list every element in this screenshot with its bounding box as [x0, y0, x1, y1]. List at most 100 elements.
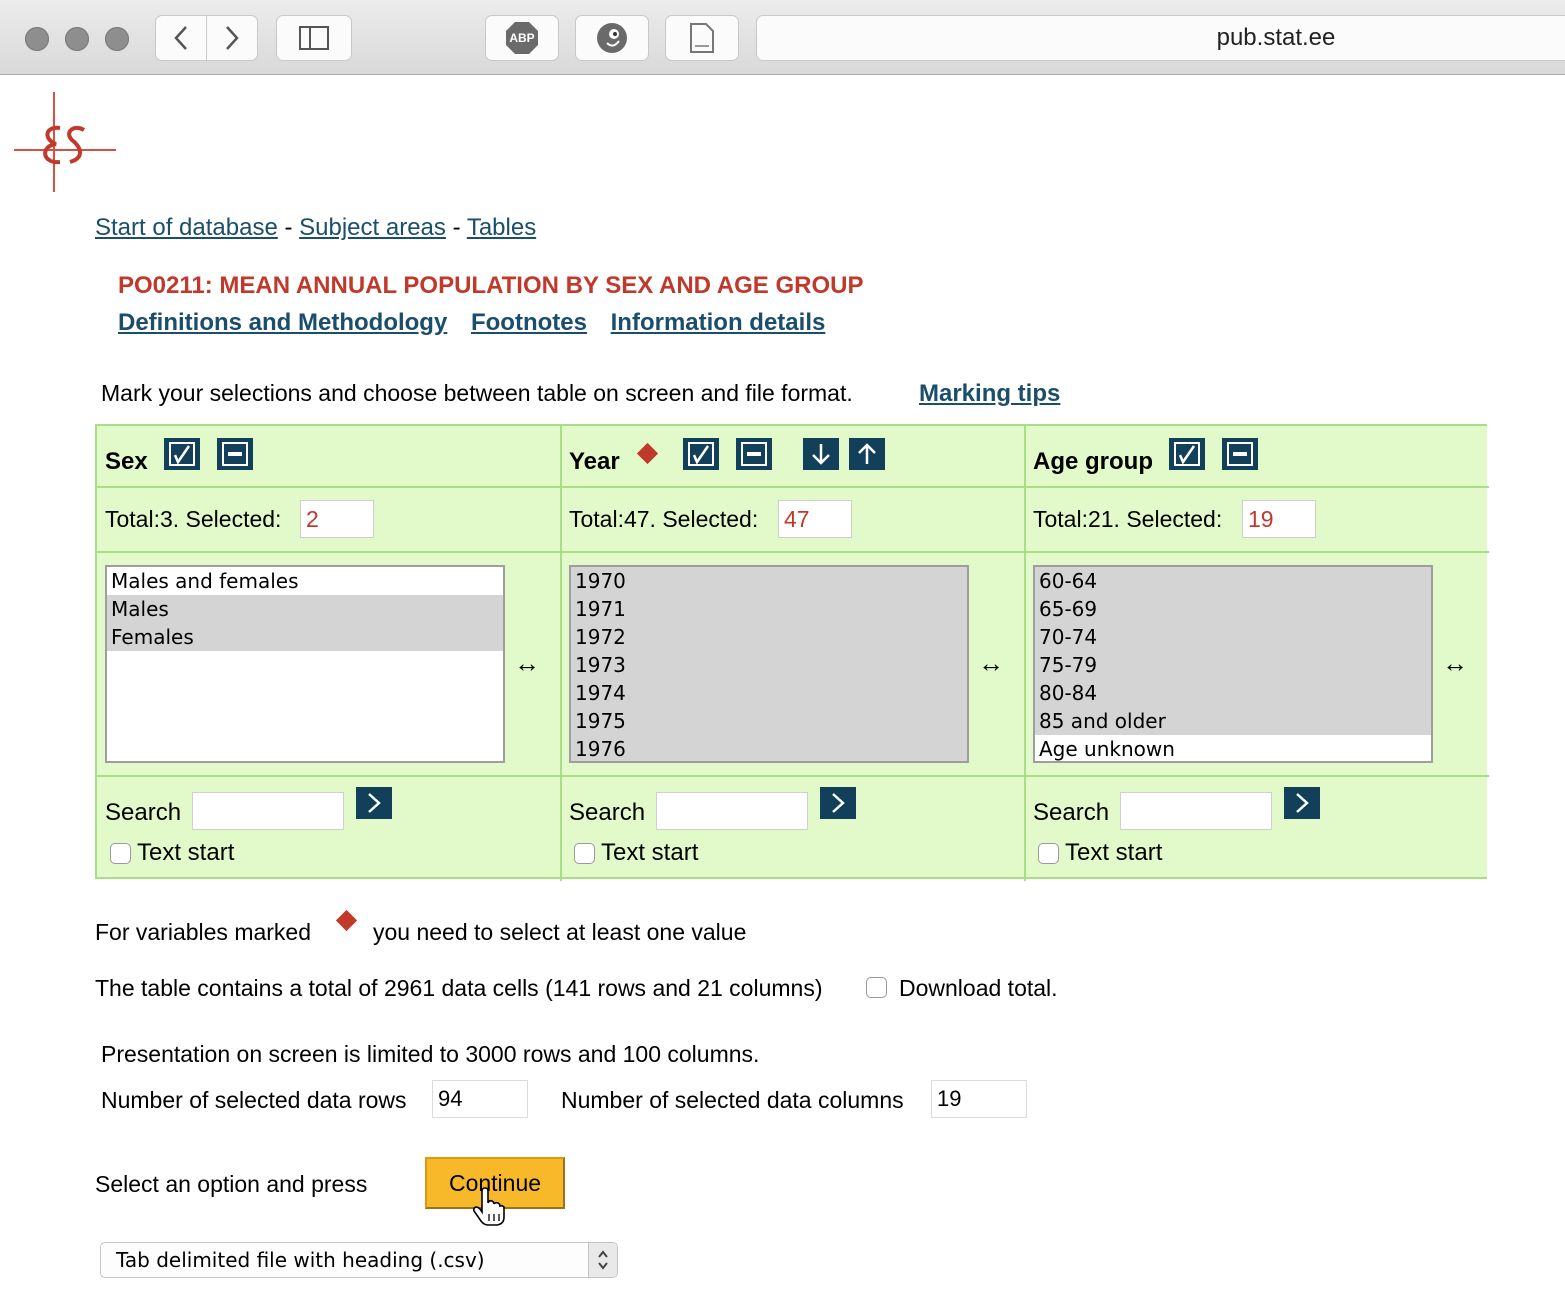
sex-text-start-checkbox[interactable]	[110, 843, 131, 864]
data-cells-summary: The table contains a total of 2961 data …	[95, 975, 823, 1001]
list-option[interactable]: 65-69	[1035, 595, 1431, 623]
age-search-button[interactable]	[1284, 787, 1320, 819]
sex-search-button[interactable]	[356, 787, 392, 819]
text-start-label: Text start	[601, 839, 699, 866]
browser-toolbar: ABP pub.stat.ee	[0, 0, 1565, 75]
sex-value-list[interactable]: Males and females Males Females	[105, 565, 505, 763]
select-all-icon	[1174, 442, 1200, 466]
table-info-links: Definitions and Methodology Footnotes In…	[118, 309, 842, 337]
statistics-estonia-logo[interactable]	[14, 92, 116, 194]
column-divider	[1024, 426, 1026, 881]
search-label: Search	[105, 799, 182, 826]
list-option[interactable]: 80-84	[1035, 679, 1431, 707]
list-option[interactable]: Age unknown	[1035, 735, 1431, 761]
list-option[interactable]: 70-74	[1035, 623, 1431, 651]
deselect-all-sex-button[interactable]	[217, 438, 253, 470]
list-option[interactable]: 1974	[571, 679, 967, 707]
list-option[interactable]: 85 and older	[1035, 707, 1431, 735]
sidebar-button[interactable]	[276, 15, 352, 61]
year-search-input[interactable]	[656, 792, 808, 830]
age-text-start-checkbox[interactable]	[1038, 843, 1059, 864]
list-option[interactable]: 1975	[571, 707, 967, 735]
deselect-all-icon	[1227, 442, 1253, 466]
sort-ascending-button[interactable]	[849, 438, 885, 470]
duckduckgo-button[interactable]	[575, 15, 649, 61]
url-text: pub.stat.ee	[1216, 24, 1336, 51]
select-all-icon	[688, 442, 714, 466]
selected-columns-field: 19	[931, 1080, 1027, 1118]
hand-cursor-icon	[472, 1187, 505, 1226]
list-option[interactable]: Females	[107, 623, 503, 651]
arrow-up-icon	[858, 443, 876, 464]
columns-label: Number of selected data columns	[561, 1087, 904, 1113]
breadcrumb-start-link[interactable]: Start of database	[95, 214, 278, 241]
chevron-right-icon	[226, 26, 239, 50]
selected-rows-field: 94	[432, 1080, 528, 1118]
year-text-start-checkbox[interactable]	[574, 843, 595, 864]
age-selected-count: 19	[1242, 500, 1316, 538]
close-window-button[interactable]	[25, 27, 49, 51]
sort-descending-button[interactable]	[803, 438, 839, 470]
year-total-text: Total:47. Selected:	[569, 506, 759, 532]
variable-label-sex: Sex	[105, 448, 148, 475]
mandatory-diamond-icon	[636, 442, 659, 465]
list-option[interactable]: 1976	[571, 735, 967, 761]
breadcrumb-tables-link[interactable]: Tables	[467, 214, 536, 241]
year-value-list[interactable]: 1970 1971 1972 1973 1974 1975 1976	[569, 565, 969, 763]
list-option[interactable]: 1973	[571, 651, 967, 679]
deselect-all-age-button[interactable]	[1222, 438, 1258, 470]
sex-total-text: Total:3. Selected:	[105, 506, 282, 532]
minimize-window-button[interactable]	[65, 27, 89, 51]
output-format-value: Tab delimited file with heading (.csv)	[116, 1248, 485, 1272]
text-start-label: Text start	[1065, 839, 1163, 866]
address-bar[interactable]: pub.stat.ee	[756, 15, 1565, 61]
page-title: PO0211: MEAN ANNUAL POPULATION BY SEX AN…	[118, 272, 864, 299]
age-total-text: Total:21. Selected:	[1033, 506, 1223, 532]
select-all-age-button[interactable]	[1169, 438, 1205, 470]
list-option[interactable]: Males and females	[107, 567, 503, 595]
row-divider	[97, 775, 1489, 777]
list-option[interactable]: 75-79	[1035, 651, 1431, 679]
reader-button[interactable]	[665, 15, 739, 61]
information-details-link[interactable]: Information details	[611, 309, 826, 336]
output-format-select[interactable]: Tab delimited file with heading (.csv)	[100, 1242, 618, 1278]
select-all-sex-button[interactable]	[164, 438, 200, 470]
sidebar-icon	[299, 26, 329, 50]
sex-search-input[interactable]	[192, 792, 344, 830]
chevron-right-icon	[832, 793, 845, 813]
year-search-button[interactable]	[820, 787, 856, 819]
age-search-input[interactable]	[1120, 792, 1272, 830]
instruction-text: Mark your selections and choose between …	[101, 380, 853, 406]
mandatory-diamond-icon	[335, 909, 358, 932]
variable-label-age-group: Age group	[1033, 448, 1153, 475]
list-option[interactable]: Males	[107, 595, 503, 623]
list-option[interactable]: 1971	[571, 595, 967, 623]
search-label: Search	[569, 799, 646, 826]
list-option[interactable]: 1970	[571, 567, 967, 595]
footnotes-link[interactable]: Footnotes	[471, 309, 587, 336]
resize-list-handle[interactable]: ↔	[1442, 648, 1468, 679]
breadcrumb-subject-areas-link[interactable]: Subject areas	[299, 214, 446, 241]
forward-button[interactable]	[206, 15, 258, 61]
deselect-all-year-button[interactable]	[736, 438, 772, 470]
definitions-link[interactable]: Definitions and Methodology	[118, 309, 447, 336]
zoom-window-button[interactable]	[105, 27, 129, 51]
resize-list-handle[interactable]: ↔	[978, 648, 1004, 679]
marking-tips-link[interactable]: Marking tips	[919, 380, 1060, 408]
deselect-all-icon	[741, 442, 767, 466]
chevron-left-icon	[174, 26, 187, 50]
deselect-all-icon	[222, 442, 248, 466]
adblock-button[interactable]: ABP	[485, 15, 559, 61]
back-button[interactable]	[155, 15, 207, 61]
download-total-checkbox[interactable]	[866, 977, 887, 998]
age-group-value-list[interactable]: 60-64 65-69 70-74 75-79 80-84 85 and old…	[1033, 565, 1433, 763]
chevron-right-icon	[1296, 793, 1309, 813]
breadcrumb-separator: -	[284, 214, 293, 241]
resize-list-handle[interactable]: ↔	[514, 648, 540, 679]
select-all-year-button[interactable]	[683, 438, 719, 470]
breadcrumb: Start of database - Subject areas - Tabl…	[95, 214, 536, 242]
select-arrows-icon	[588, 1243, 617, 1277]
duck-icon	[597, 23, 627, 53]
list-option[interactable]: 1972	[571, 623, 967, 651]
list-option[interactable]: 60-64	[1035, 567, 1431, 595]
